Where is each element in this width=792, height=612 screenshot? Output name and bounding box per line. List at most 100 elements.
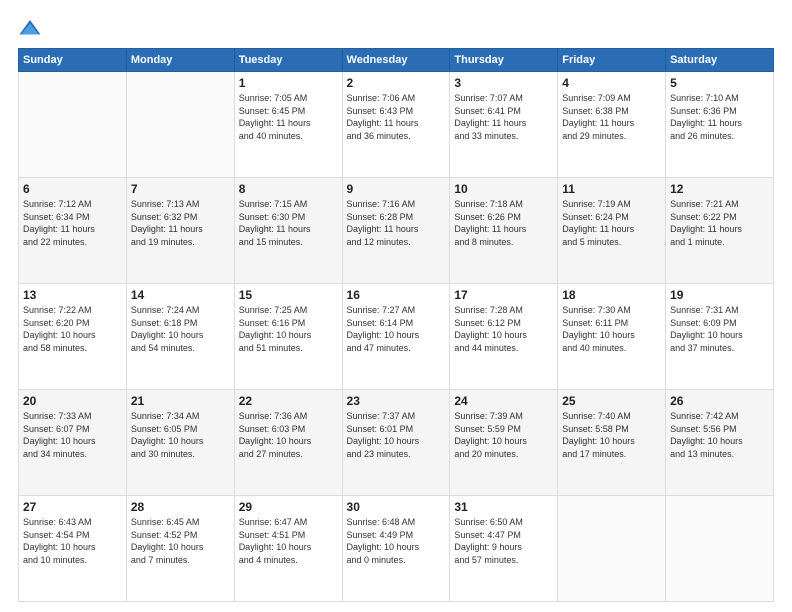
day-info: Sunrise: 7:19 AM Sunset: 6:24 PM Dayligh… — [562, 198, 661, 248]
day-number: 10 — [454, 182, 553, 196]
calendar-day-cell: 29 Sunrise: 6:47 AM Sunset: 4:51 PM Dayli… — [234, 496, 342, 602]
day-info: Sunrise: 7:22 AM Sunset: 6:20 PM Dayligh… — [23, 304, 122, 354]
calendar-day-header: Sunday — [19, 49, 127, 72]
calendar-day-header: Monday — [126, 49, 234, 72]
day-number: 1 — [239, 76, 338, 90]
day-info: Sunrise: 7:05 AM Sunset: 6:45 PM Dayligh… — [239, 92, 338, 142]
calendar-page: SundayMondayTuesdayWednesdayThursdayFrid… — [0, 0, 792, 612]
day-number: 20 — [23, 394, 122, 408]
day-info: Sunrise: 7:40 AM Sunset: 5:58 PM Dayligh… — [562, 410, 661, 460]
calendar-day-cell: 16 Sunrise: 7:27 AM Sunset: 6:14 PM Dayli… — [342, 284, 450, 390]
day-info: Sunrise: 6:43 AM Sunset: 4:54 PM Dayligh… — [23, 516, 122, 566]
header — [18, 18, 774, 38]
calendar-day-cell: 30 Sunrise: 6:48 AM Sunset: 4:49 PM Dayli… — [342, 496, 450, 602]
day-info: Sunrise: 7:37 AM Sunset: 6:01 PM Dayligh… — [347, 410, 446, 460]
calendar-day-cell: 7 Sunrise: 7:13 AM Sunset: 6:32 PM Daylig… — [126, 178, 234, 284]
day-info: Sunrise: 7:13 AM Sunset: 6:32 PM Dayligh… — [131, 198, 230, 248]
day-number: 26 — [670, 394, 769, 408]
calendar-day-cell: 28Sunrise: 6:45 AM Sunset: 4:52 PM Dayli… — [126, 496, 234, 602]
day-number: 25 — [562, 394, 661, 408]
day-number: 18 — [562, 288, 661, 302]
calendar-day-cell: 25 Sunrise: 7:40 AM Sunset: 5:58 PM Dayli… — [558, 390, 666, 496]
calendar-day-cell: 20 Sunrise: 7:33 AM Sunset: 6:07 PM Dayli… — [19, 390, 127, 496]
day-number: 11 — [562, 182, 661, 196]
day-number: 14 — [131, 288, 230, 302]
calendar-day-cell: 6Sunrise: 7:12 AM Sunset: 6:34 PM Daylig… — [19, 178, 127, 284]
calendar-day-cell: 14Sunrise: 7:24 AM Sunset: 6:18 PM Dayli… — [126, 284, 234, 390]
calendar-day-cell: 19 Sunrise: 7:31 AM Sunset: 6:09 PM Dayli… — [666, 284, 774, 390]
day-number: 29 — [239, 500, 338, 514]
calendar-day-header: Thursday — [450, 49, 558, 72]
calendar-table: SundayMondayTuesdayWednesdayThursdayFrid… — [18, 48, 774, 602]
calendar-day-cell: 18Sunrise: 7:30 AM Sunset: 6:11 PM Dayli… — [558, 284, 666, 390]
day-number: 13 — [23, 288, 122, 302]
day-info: Sunrise: 7:10 AM Sunset: 6:36 PM Dayligh… — [670, 92, 769, 142]
calendar-week-row: 27 Sunrise: 6:43 AM Sunset: 4:54 PM Dayli… — [19, 496, 774, 602]
calendar-day-cell — [666, 496, 774, 602]
calendar-day-header: Wednesday — [342, 49, 450, 72]
calendar-week-row: 20 Sunrise: 7:33 AM Sunset: 6:07 PM Dayli… — [19, 390, 774, 496]
day-info: Sunrise: 7:18 AM Sunset: 6:26 PM Dayligh… — [454, 198, 553, 248]
day-number: 24 — [454, 394, 553, 408]
day-info: Sunrise: 7:27 AM Sunset: 6:14 PM Dayligh… — [347, 304, 446, 354]
calendar-day-cell: 4Sunrise: 7:09 AM Sunset: 6:38 PM Daylig… — [558, 72, 666, 178]
day-info: Sunrise: 7:25 AM Sunset: 6:16 PM Dayligh… — [239, 304, 338, 354]
calendar-day-cell: 1 Sunrise: 7:05 AM Sunset: 6:45 PM Daylig… — [234, 72, 342, 178]
day-number: 6 — [23, 182, 122, 196]
day-number: 21 — [131, 394, 230, 408]
day-number: 15 — [239, 288, 338, 302]
calendar-week-row: 13 Sunrise: 7:22 AM Sunset: 6:20 PM Dayli… — [19, 284, 774, 390]
calendar-day-cell: 24 Sunrise: 7:39 AM Sunset: 5:59 PM Dayli… — [450, 390, 558, 496]
day-number: 7 — [131, 182, 230, 196]
calendar-day-cell: 2 Sunrise: 7:06 AM Sunset: 6:43 PM Daylig… — [342, 72, 450, 178]
calendar-day-cell: 5Sunrise: 7:10 AM Sunset: 6:36 PM Daylig… — [666, 72, 774, 178]
calendar-week-row: 6Sunrise: 7:12 AM Sunset: 6:34 PM Daylig… — [19, 178, 774, 284]
calendar-day-cell: 3 Sunrise: 7:07 AM Sunset: 6:41 PM Daylig… — [450, 72, 558, 178]
day-info: Sunrise: 7:15 AM Sunset: 6:30 PM Dayligh… — [239, 198, 338, 248]
day-number: 16 — [347, 288, 446, 302]
calendar-day-header: Friday — [558, 49, 666, 72]
calendar-day-cell: 11 Sunrise: 7:19 AM Sunset: 6:24 PM Dayli… — [558, 178, 666, 284]
day-info: Sunrise: 7:28 AM Sunset: 6:12 PM Dayligh… — [454, 304, 553, 354]
day-number: 3 — [454, 76, 553, 90]
day-info: Sunrise: 7:34 AM Sunset: 6:05 PM Dayligh… — [131, 410, 230, 460]
calendar-day-cell: 21 Sunrise: 7:34 AM Sunset: 6:05 PM Dayli… — [126, 390, 234, 496]
day-number: 2 — [347, 76, 446, 90]
calendar-day-cell: 26 Sunrise: 7:42 AM Sunset: 5:56 PM Dayli… — [666, 390, 774, 496]
day-info: Sunrise: 6:47 AM Sunset: 4:51 PM Dayligh… — [239, 516, 338, 566]
day-info: Sunrise: 7:06 AM Sunset: 6:43 PM Dayligh… — [347, 92, 446, 142]
calendar-day-cell: 10 Sunrise: 7:18 AM Sunset: 6:26 PM Dayli… — [450, 178, 558, 284]
day-number: 31 — [454, 500, 553, 514]
day-info: Sunrise: 7:42 AM Sunset: 5:56 PM Dayligh… — [670, 410, 769, 460]
calendar-day-cell: 17 Sunrise: 7:28 AM Sunset: 6:12 PM Dayli… — [450, 284, 558, 390]
day-number: 28 — [131, 500, 230, 514]
day-number: 30 — [347, 500, 446, 514]
day-info: Sunrise: 7:31 AM Sunset: 6:09 PM Dayligh… — [670, 304, 769, 354]
calendar-day-cell — [19, 72, 127, 178]
calendar-day-cell: 22Sunrise: 7:36 AM Sunset: 6:03 PM Dayli… — [234, 390, 342, 496]
logo-icon — [18, 18, 42, 38]
calendar-day-cell — [558, 496, 666, 602]
day-info: Sunrise: 7:21 AM Sunset: 6:22 PM Dayligh… — [670, 198, 769, 248]
day-number: 4 — [562, 76, 661, 90]
day-number: 12 — [670, 182, 769, 196]
day-info: Sunrise: 7:39 AM Sunset: 5:59 PM Dayligh… — [454, 410, 553, 460]
calendar-day-cell: 31 Sunrise: 6:50 AM Sunset: 4:47 PM Dayli… — [450, 496, 558, 602]
day-info: Sunrise: 6:50 AM Sunset: 4:47 PM Dayligh… — [454, 516, 553, 566]
day-number: 8 — [239, 182, 338, 196]
day-info: Sunrise: 7:33 AM Sunset: 6:07 PM Dayligh… — [23, 410, 122, 460]
calendar-day-header: Tuesday — [234, 49, 342, 72]
day-number: 23 — [347, 394, 446, 408]
day-number: 17 — [454, 288, 553, 302]
calendar-day-cell: 23 Sunrise: 7:37 AM Sunset: 6:01 PM Dayli… — [342, 390, 450, 496]
day-info: Sunrise: 7:07 AM Sunset: 6:41 PM Dayligh… — [454, 92, 553, 142]
calendar-day-cell — [126, 72, 234, 178]
day-number: 19 — [670, 288, 769, 302]
calendar-day-cell: 13 Sunrise: 7:22 AM Sunset: 6:20 PM Dayli… — [19, 284, 127, 390]
day-number: 27 — [23, 500, 122, 514]
logo — [18, 18, 46, 38]
day-info: Sunrise: 6:48 AM Sunset: 4:49 PM Dayligh… — [347, 516, 446, 566]
calendar-header-row: SundayMondayTuesdayWednesdayThursdayFrid… — [19, 49, 774, 72]
calendar-day-cell: 27 Sunrise: 6:43 AM Sunset: 4:54 PM Dayli… — [19, 496, 127, 602]
calendar-day-header: Saturday — [666, 49, 774, 72]
